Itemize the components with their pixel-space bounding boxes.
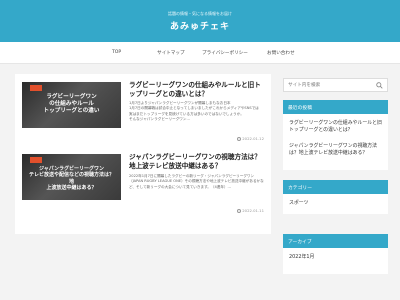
recent-post-link[interactable]: ジャパンラグビーリーグワンの視聴方法は？地上波テレビ放送中継はある？ (289, 143, 385, 157)
post-card[interactable]: ジャパンラグビーリーグワン テレビ放送や配信などの視聴方法は？地 上波放送中継は… (15, 152, 271, 222)
thumbnail-text: ジャパンラグビーリーグワン テレビ放送や配信などの視聴方法は？地 上波放送中継は… (28, 166, 114, 192)
main-nav: TOP サイトマップ プライバシーポリシー お問い合わせ (0, 42, 400, 64)
clock-icon (237, 208, 242, 213)
search-box (283, 78, 388, 92)
post-title[interactable]: ラグビーリーグワンの仕組みやルールと旧トップリーグとの違いとは？ (129, 81, 265, 99)
search-icon[interactable] (376, 82, 383, 89)
post-card[interactable]: ラグビーリーグワン の仕組みやルール トップリーグとの違い ラグビーリーグワンの… (15, 78, 271, 148)
nav-item-sitemap[interactable]: サイトマップ (157, 50, 185, 56)
site-header: 話題の情報・気になる情報をお届け あみゅチェキ (0, 0, 400, 42)
search-input[interactable] (288, 81, 374, 90)
post-list: ラグビーリーグワン の仕組みやルール トップリーグとの違い ラグビーリーグワンの… (15, 74, 271, 234)
widget-heading-archive: アーカイブ (283, 234, 388, 248)
category-widget: カテゴリー スポーツ (283, 180, 388, 214)
thumbnail-text: ラグビーリーグワン の仕組みやルール トップリーグとの違い (43, 94, 100, 114)
post-thumbnail[interactable]: ラグビーリーグワン の仕組みやルール トップリーグとの違い (22, 82, 121, 128)
widget-heading-recent: 最近の投稿 (283, 100, 388, 114)
recent-post-link[interactable]: ラグビーリーグワンの仕組みやルールと旧トップリーグとの違いとは？ (289, 120, 385, 134)
nav-item-top[interactable]: TOP (112, 50, 121, 55)
post-date-text: 2022.01.11 (242, 208, 264, 213)
post-excerpt: 1月7日よりジャパンラグビーリーグワンが開幕しまもなお日本 1月7日の開幕戦は試… (129, 101, 259, 122)
post-thumbnail[interactable]: ジャパンラグビーリーグワン テレビ放送や配信などの視聴方法は？地 上波放送中継は… (22, 154, 121, 200)
site-tagline: 話題の情報・気になる情報をお届け (168, 11, 232, 16)
category-link[interactable]: スポーツ (289, 200, 385, 207)
clock-icon (237, 136, 242, 141)
post-date-text: 2022.01.12 (242, 136, 264, 141)
site-title[interactable]: あみゅチェキ (0, 19, 400, 32)
archive-link[interactable]: 2022年1月 (289, 254, 385, 261)
thumbnail-ribbon (30, 157, 42, 163)
nav-item-privacy-policy[interactable]: プライバシーポリシー (202, 50, 248, 56)
post-date: 2022.01.12 (237, 136, 264, 141)
widget-heading-category: カテゴリー (283, 180, 388, 194)
post-excerpt: 2022年1月7日に開幕したラグビーの新リーグ・ジャパンラグビーリーグワン（JA… (129, 174, 264, 189)
thumbnail-ribbon (30, 85, 42, 91)
recent-posts-widget: 最近の投稿 ラグビーリーグワンの仕組みやルールと旧トップリーグとの違いとは？ ジ… (283, 100, 388, 170)
nav-item-contact[interactable]: お問い合わせ (267, 50, 295, 56)
archive-widget: アーカイブ 2022年1月 (283, 234, 388, 274)
post-date: 2022.01.11 (237, 208, 264, 213)
post-title[interactable]: ジャパンラグビーリーグワンの視聴方法は？地上波テレビ放送中継はある？ (129, 153, 265, 171)
